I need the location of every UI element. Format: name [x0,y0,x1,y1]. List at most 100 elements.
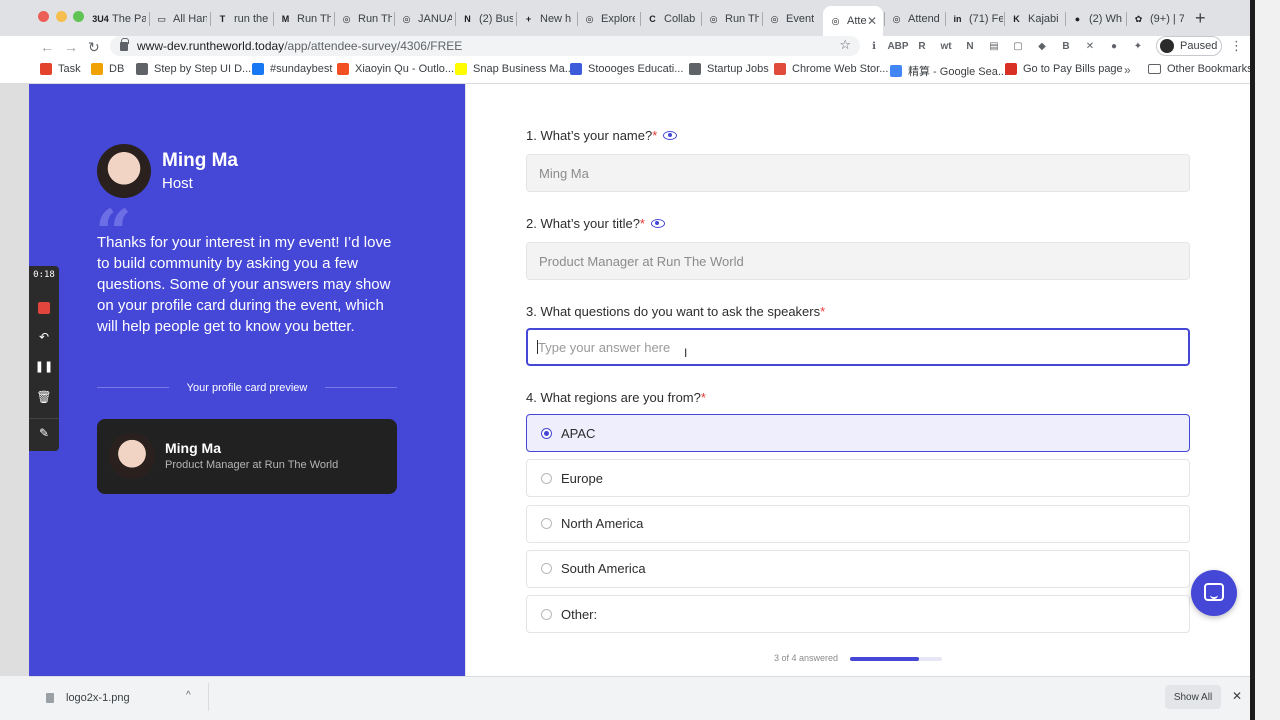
browser-tab[interactable]: ◎ Attend [884,6,942,32]
close-window-button[interactable] [38,11,49,22]
more-bookmarks-icon[interactable]: » [1124,63,1131,77]
bookmark-item[interactable]: DB [91,63,124,75]
browser-tab[interactable]: ◎ Run Th [701,6,759,32]
extension-icon[interactable]: ◆ [1035,39,1049,53]
show-all-button[interactable]: Show All [1165,685,1221,709]
download-item[interactable]: logo2x-1.png [46,687,206,709]
bookmark-item[interactable]: Step by Step UI D... [136,63,251,75]
more-menu-icon[interactable]: ⋮ [1230,38,1243,54]
browser-tab[interactable]: + New h [516,6,574,32]
bookmark-item[interactable]: Task [40,63,81,75]
forward-arrow-icon[interactable]: → [64,38,78,56]
extension-icon[interactable]: ABP [887,39,908,53]
profile-button[interactable]: Paused [1156,36,1222,56]
extension-icon[interactable]: B [1059,39,1073,53]
browser-tab[interactable]: in (71) Fe [945,6,1003,32]
browser-tab[interactable]: ◎ JANUA [394,6,452,32]
browser-tab[interactable]: C Collab [640,6,698,32]
extension-icon[interactable]: N [963,39,977,53]
browser-tab[interactable]: N (2) Bus [455,6,513,32]
pause-icon[interactable]: ❚❚ [29,360,59,373]
chat-launcher-button[interactable] [1191,570,1237,616]
browser-tab[interactable]: ◎ Explore [577,6,635,32]
region-option[interactable]: APAC [526,414,1190,452]
stop-recording-icon[interactable] [38,302,50,314]
trash-icon[interactable]: 🗑 [29,390,59,404]
tab-favicon-icon: N [464,14,471,24]
extension-icon[interactable]: ✦ [1131,39,1145,53]
tab-title: (2) Wh [1089,13,1122,25]
bookmark-item[interactable]: Stoooges Educati... [570,63,683,75]
other-bookmarks-label: Other Bookmarks [1167,63,1253,75]
question-2-text: 2. What’s your title? [526,216,640,231]
region-option[interactable]: Other: [526,595,1190,634]
tab-title: (2) Bus [479,13,513,25]
bookmark-item[interactable]: Go to Pay Bills page [1005,63,1123,75]
browser-tab[interactable]: ◎ Run Th [334,6,392,32]
bookmark-item[interactable]: 精算 - Google Sea... [890,63,1007,79]
browser-tab[interactable]: ▭ All Han [149,6,207,32]
address-bar[interactable]: www-dev.runtheworld.today/app/attendee-s… [110,36,860,56]
radio-button[interactable] [541,563,552,575]
maximize-window-button[interactable] [73,11,84,22]
radio-button[interactable] [541,608,552,620]
bookmark-item[interactable]: Startup Jobs [689,63,769,75]
extension-icon[interactable]: ● [1107,39,1121,53]
bookmark-star-icon[interactable]: ☆ [839,37,851,53]
extension-icon[interactable]: wt [939,39,953,53]
profile-card-preview: Ming Ma Product Manager at Run The World [97,419,397,494]
browser-tab[interactable]: K Kajabi [1004,6,1062,32]
tab-title: (71) Fe [969,13,1003,25]
tab-title: The Pa [112,13,146,25]
host-role: Host [162,175,193,192]
new-tab-button[interactable]: + [1195,9,1206,27]
question-3-label: 3. What questions do you want to ask the… [526,304,825,319]
chevron-up-icon[interactable]: ^ [186,690,191,701]
browser-tab[interactable]: ◎ Atte ✕ [823,6,883,36]
minimize-window-button[interactable] [56,11,67,22]
region-option[interactable]: Europe [526,459,1190,498]
close-tab-icon[interactable]: ✕ [867,14,877,28]
undo-icon[interactable]: ↶ [29,330,59,344]
browser-tab[interactable]: ● (2) Wh [1065,6,1123,32]
text-caret [537,340,538,354]
bookmark-item[interactable]: Snap Business Ma... [455,63,574,75]
extension-icon[interactable]: R [915,39,929,53]
preview-label: Your profile card preview [186,382,308,394]
region-option[interactable]: North America [526,504,1190,543]
startup-icon [689,63,701,75]
bookmark-label: Step by Step UI D... [154,63,252,75]
extension-icon[interactable]: ℹ [867,39,881,53]
speaker-questions-input[interactable] [526,328,1190,366]
extension-icon[interactable]: ▤ [987,39,1001,53]
browser-tab[interactable]: Trun the [210,6,268,32]
pen-icon[interactable]: ✎ [29,426,59,440]
host-intro: Thanks for your interest in my event! I’… [97,234,392,335]
radio-button[interactable] [541,472,552,484]
region-label: North America [561,516,644,532]
radio-button[interactable] [541,518,552,530]
extension-icon[interactable]: ▢ [1011,39,1025,53]
bookmark-item[interactable]: Xiaoyin Qu - Outlo... [337,63,454,75]
progress-bar [850,657,942,661]
bookmark-item[interactable]: Chrome Web Stor... [774,63,888,75]
browser-tab[interactable]: ✿ (9+) | 7 [1126,6,1184,32]
host-panel: Ming Ma Host “ Thanks for your interest … [29,84,465,676]
folder-icon [1148,64,1161,74]
chat-icon [1204,583,1224,601]
reload-icon[interactable]: ↻ [88,38,100,56]
bookmark-item[interactable]: #sundaybest [252,63,332,75]
browser-tab[interactable]: M Run Th [273,6,331,32]
browser-tab[interactable]: ◎ Event [762,6,820,32]
browser-tab[interactable]: 3U4 The Pa [88,6,146,32]
tab-title: Atte [847,15,867,27]
name-field: Ming Ma [526,154,1190,192]
extension-icon[interactable]: ✕ [1083,39,1097,53]
back-arrow-icon[interactable]: ← [40,38,54,56]
bookmarks-bar: Task DB Step by Step UI D... #sundaybest Xia… [0,58,1253,84]
radio-button[interactable] [541,427,552,439]
region-option[interactable]: South America [526,549,1190,588]
region-label: South America [561,561,646,577]
close-shelf-icon[interactable]: ✕ [1232,689,1242,703]
other-bookmarks-folder[interactable]: Other Bookmarks [1148,63,1253,75]
